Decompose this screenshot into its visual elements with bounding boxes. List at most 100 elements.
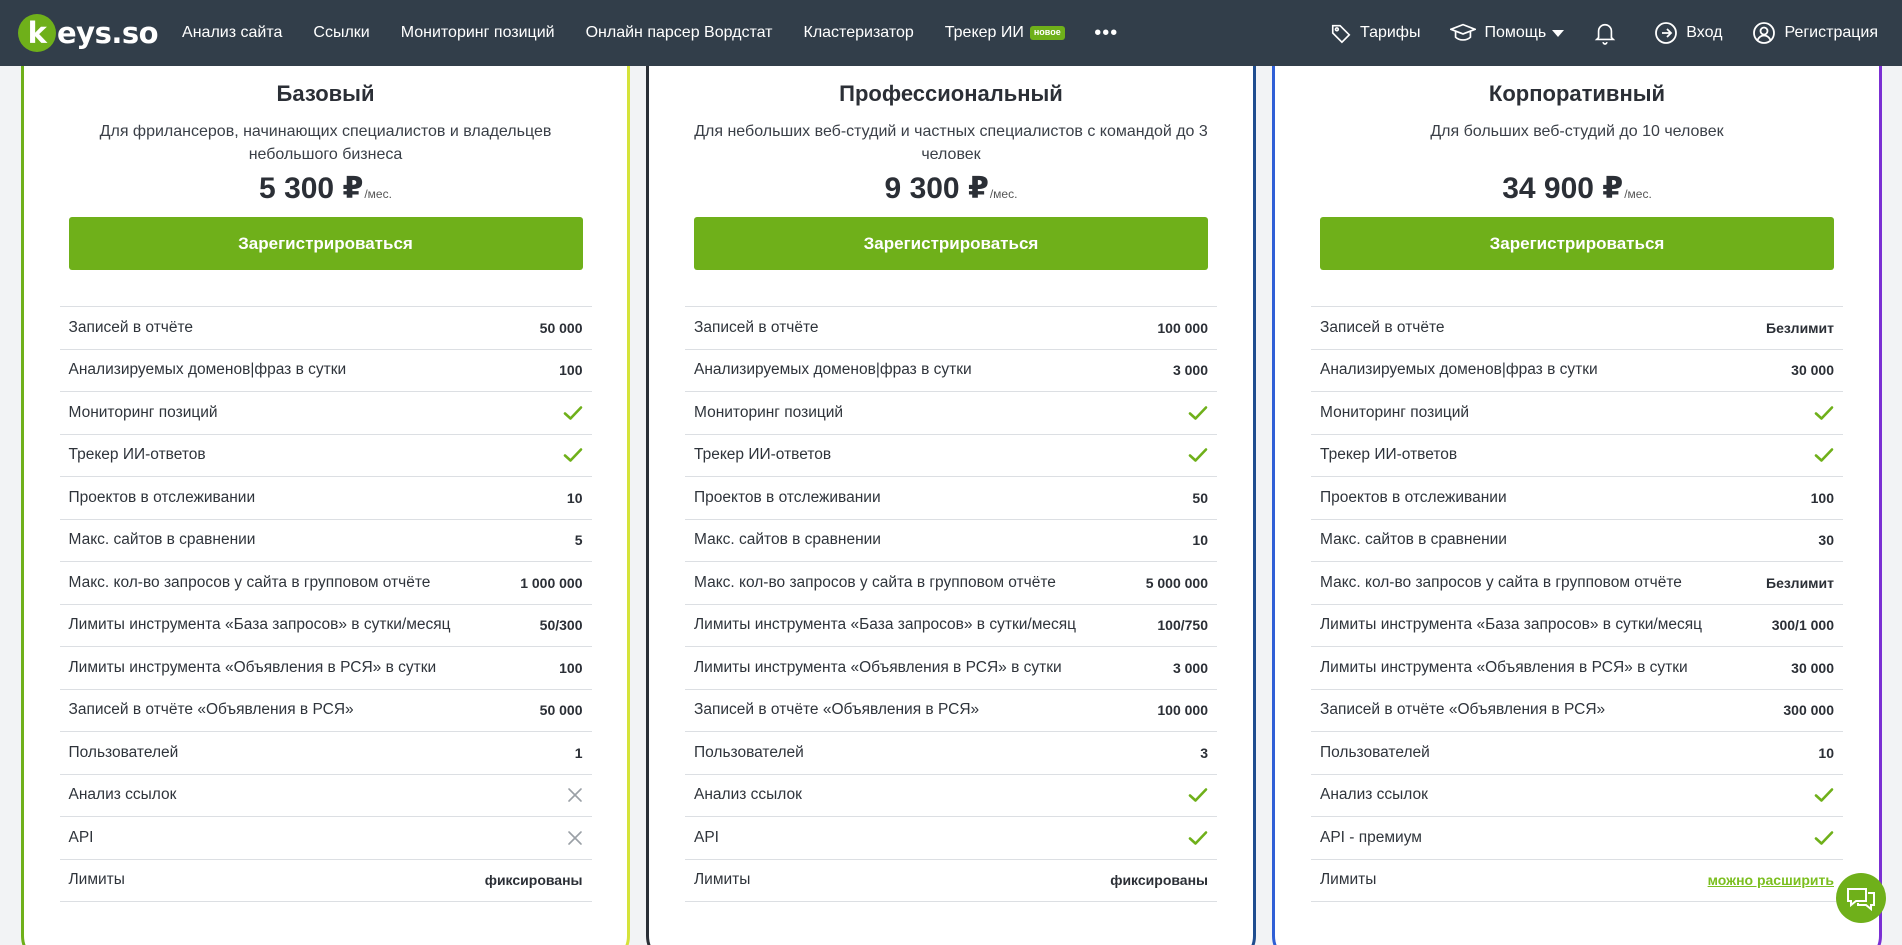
nav-ai-tracker[interactable]: Трекер ИИ новое	[945, 24, 1065, 42]
tag-icon	[1331, 24, 1351, 44]
feature-row: Пользователей 3	[685, 732, 1217, 775]
feature-value: Безлимит	[1766, 319, 1834, 336]
plan-card-basic: Базовый Для фрилансеров, начинающих специ…	[21, 26, 630, 945]
plan-price: 5 300 ₽/мес.	[24, 169, 627, 209]
nav-label: Мониторинг позиций	[400, 24, 555, 41]
feature-label: Пользователей	[1320, 743, 1430, 761]
plan-card-corporate: Корпоративный Для больших веб-студий до 1…	[1272, 26, 1882, 945]
user-icon	[1753, 22, 1776, 44]
feature-value: 10	[1192, 532, 1208, 549]
feature-label: Макс. сайтов в сравнении	[1320, 531, 1507, 549]
feature-value: 100	[1810, 489, 1834, 506]
logo[interactable]: k eys.so	[18, 0, 159, 66]
register-button[interactable]: Зарегистрироваться	[1320, 217, 1834, 270]
feature-value: 50 000	[539, 702, 583, 719]
feature-label: Анализируемых доменов|фраз в сутки	[694, 361, 972, 379]
feature-label: Записей в отчёте	[694, 318, 819, 336]
feature-label: Мониторинг позиций	[68, 403, 218, 421]
register-button[interactable]: Зарегистрироваться	[694, 217, 1208, 270]
feature-row: Трекер ИИ-ответов	[59, 435, 592, 477]
cross-icon	[567, 830, 583, 846]
feature-row: Анализируемых доменов|фраз в сутки 100	[59, 350, 592, 392]
notifications-button[interactable]	[1594, 21, 1624, 45]
nav-position-monitoring[interactable]: Мониторинг позиций	[401, 24, 555, 42]
feature-row: Записей в отчёте Безлимит	[1311, 307, 1843, 350]
feature-row: Лимиты фиксированы	[59, 860, 592, 902]
feature-value: 50	[1192, 489, 1208, 506]
nav-wordstat-parser[interactable]: Онлайн парсер Вордстат	[586, 24, 773, 42]
main-nav: Анализ сайта Ссылки Мониторинг позиций О…	[182, 0, 1118, 66]
help-menu[interactable]: Помощь	[1450, 22, 1565, 44]
plan-title: Корпоративный	[1488, 81, 1666, 106]
feature-label: Мониторинг позиций	[694, 403, 844, 421]
feature-value: 300 000	[1783, 702, 1834, 719]
tariffs-link[interactable]: Тарифы	[1330, 22, 1420, 44]
feature-row: Макс. кол-во запросов у сайта в группово…	[685, 562, 1217, 605]
feature-label: API	[694, 828, 719, 846]
feature-value: 1 000 000	[520, 574, 583, 591]
feature-label: Лимиты	[1320, 871, 1377, 889]
feature-label: Проектов в отслеживании	[694, 488, 881, 506]
price-period: /мес.	[364, 187, 392, 201]
feature-value: 50 000	[539, 319, 583, 336]
header-actions: Тарифы Помощь Вход Регистрация	[1300, 0, 1878, 66]
check-icon	[563, 405, 583, 421]
feature-row: Лимиты фиксированы	[685, 860, 1217, 902]
feature-value: 100 000	[1157, 702, 1208, 719]
more-menu-button[interactable]: •••	[1094, 22, 1118, 45]
expand-limits-link[interactable]: можно расширить	[1708, 872, 1834, 888]
plan-description: Для больших веб-студий до 10 человек	[1430, 123, 1724, 140]
feature-row: Лимиты можно расширить	[1311, 860, 1843, 902]
nav-site-analysis[interactable]: Анализ сайта	[182, 24, 282, 42]
feature-label: Записей в отчёте «Объявления в РСЯ»	[68, 701, 354, 719]
graduation-cap-icon	[1450, 23, 1477, 41]
feature-label: Записей в отчёте «Объявления в РСЯ»	[1320, 701, 1606, 719]
feature-value: 100	[559, 659, 583, 676]
nav-clusterizer[interactable]: Кластеризатор	[804, 24, 914, 42]
nav-links[interactable]: Ссылки	[313, 24, 369, 42]
register-link[interactable]: Регистрация	[1752, 21, 1878, 45]
feature-value: 100 000	[1157, 319, 1208, 336]
feature-value: 3 000	[1172, 362, 1208, 379]
feature-value: 5	[574, 532, 583, 549]
feature-row: Трекер ИИ-ответов	[685, 435, 1217, 477]
feature-value: 5 000 000	[1145, 574, 1208, 591]
check-icon	[1814, 447, 1834, 463]
plan-title: Профессиональный	[839, 81, 1063, 106]
check-icon	[1814, 830, 1834, 846]
feature-value: 3	[1200, 744, 1208, 761]
feature-label: Макс. сайтов в сравнении	[68, 531, 256, 549]
feature-label: Макс. кол-во запросов у сайта в группово…	[68, 573, 431, 591]
pricing-cards: Базовый Для фрилансеров, начинающих специ…	[0, 26, 1902, 945]
price-amount: 5 300 ₽	[259, 172, 364, 205]
price-period: /мес.	[1624, 187, 1652, 201]
feature-value: фиксированы	[1110, 872, 1208, 889]
feature-label: Лимиты	[68, 871, 125, 889]
feature-label: Лимиты инструмента «Объявления в РСЯ» в …	[694, 658, 1062, 676]
feature-label: Лимиты инструмента «База запросов» в сут…	[68, 616, 451, 634]
feature-label: Анализируемых доменов|фраз в сутки	[1320, 361, 1598, 379]
chat-icon	[1847, 888, 1875, 912]
feature-row: Анализируемых доменов|фраз в сутки 30 000	[1311, 350, 1843, 392]
feature-label: Мониторинг позиций	[1320, 403, 1470, 421]
feature-row: Записей в отчёте «Объявления в РСЯ» 300 0…	[1311, 690, 1843, 732]
login-link[interactable]: Вход	[1654, 21, 1722, 45]
chat-button[interactable]	[1836, 873, 1886, 923]
feature-row: Лимиты инструмента «Объявления в РСЯ» в …	[59, 647, 592, 690]
feature-row: API - премиум	[1311, 817, 1843, 860]
feature-row: Лимиты инструмента «База запросов» в сут…	[685, 605, 1217, 647]
cross-icon	[567, 787, 583, 803]
feature-row: Пользователей 1	[59, 732, 592, 775]
feature-label: Анализ ссылок	[68, 786, 177, 804]
feature-row: Макс. сайтов в сравнении 10	[685, 520, 1217, 562]
feature-label: Записей в отчёте	[68, 318, 194, 336]
feature-row: Макс. сайтов в сравнении 30	[1311, 520, 1843, 562]
feature-value: 100	[559, 362, 583, 379]
feature-row: Макс. кол-во запросов у сайта в группово…	[1311, 562, 1843, 605]
nav-label: Трекер ИИ	[944, 24, 1024, 41]
plan-description: Для фрилансеров, начинающих специалистов…	[99, 123, 552, 163]
feature-list: Записей в отчёте 50 000 Анализируемых доме…	[59, 306, 592, 902]
feature-row: Записей в отчёте «Объявления в РСЯ» 50 00…	[59, 690, 592, 732]
feature-label: Анализ ссылок	[1320, 786, 1428, 804]
register-button[interactable]: Зарегистрироваться	[68, 217, 583, 270]
